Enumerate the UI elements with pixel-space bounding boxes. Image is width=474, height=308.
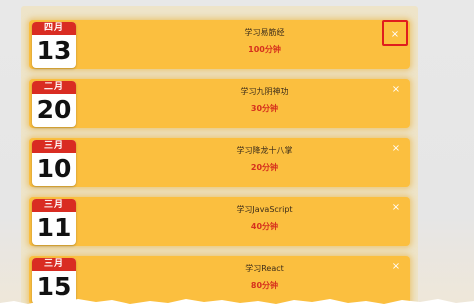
calendar-month: 二月 — [32, 81, 76, 94]
task-card: 四月 13 学习易筋经 100分钟 × — [29, 20, 410, 69]
task-title: 学习降龙十八掌 — [236, 146, 293, 155]
calendar-month: 三月 — [32, 140, 76, 153]
calendar-icon: 三月 11 — [32, 199, 76, 245]
calendar-day: 13 — [36, 36, 72, 65]
calendar-icon: 三月 10 — [32, 140, 76, 186]
close-icon[interactable]: × — [390, 84, 402, 96]
close-icon[interactable]: × — [390, 261, 402, 273]
task-duration: 20分钟 — [250, 163, 279, 172]
close-icon[interactable]: × — [390, 143, 402, 155]
task-title: 学习React — [245, 264, 284, 273]
calendar-month: 三月 — [32, 199, 76, 212]
task-title: 学习易筋经 — [244, 28, 285, 37]
task-list-panel: 四月 13 学习易筋经 100分钟 × 二月 20 学习九阴神功 30分钟 × … — [21, 6, 418, 308]
task-duration: 100分钟 — [248, 45, 281, 54]
task-card: 三月 10 学习降龙十八掌 20分钟 × — [29, 138, 410, 187]
calendar-month: 三月 — [32, 258, 76, 271]
task-title: 学习JavaScript — [236, 205, 293, 214]
calendar-day: 11 — [36, 213, 72, 242]
calendar-icon: 二月 20 — [32, 81, 76, 127]
task-card: 二月 20 学习九阴神功 30分钟 × — [29, 79, 410, 128]
task-duration: 40分钟 — [250, 222, 279, 231]
close-icon[interactable]: × — [390, 202, 402, 214]
task-duration: 30分钟 — [250, 104, 279, 113]
task-title: 学习九阴神功 — [240, 87, 289, 96]
calendar-day: 20 — [36, 95, 72, 124]
task-card: 三月 11 学习JavaScript 40分钟 × — [29, 197, 410, 246]
calendar-icon: 四月 13 — [32, 22, 76, 68]
close-icon[interactable]: × — [382, 20, 408, 46]
torn-paper-edge — [0, 299, 474, 308]
calendar-day: 10 — [36, 154, 72, 183]
calendar-month: 四月 — [32, 22, 76, 35]
